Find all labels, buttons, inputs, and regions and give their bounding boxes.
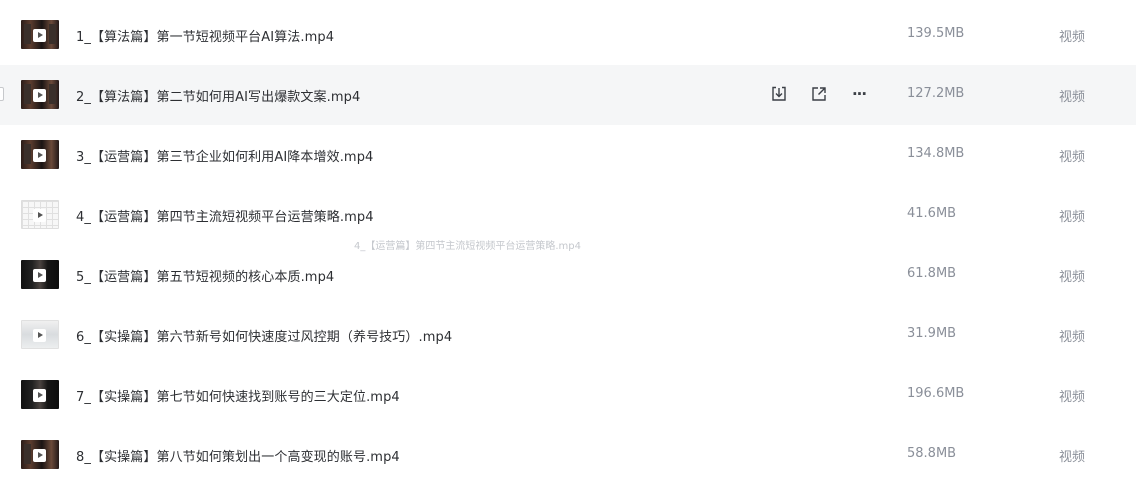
file-size: 58.8MB — [907, 446, 957, 461]
file-size: 31.9MB — [907, 326, 957, 341]
file-type: 视频 — [1059, 330, 1086, 345]
drag-preview-label: 4_【运营篇】第四节主流短视频平台运营策略.mp4 — [352, 236, 583, 253]
play-icon — [33, 268, 46, 282]
play-icon — [33, 88, 46, 102]
file-row-5[interactable]: 5_【运营篇】第五节短视频的核心本质.mp4 61.8MB 视频 — [0, 245, 1136, 305]
file-row-8[interactable]: 8_【实操篇】第八节如何策划出一个高变现的账号.mp4 58.8MB 视频 — [0, 425, 1136, 485]
file-type: 视频 — [1059, 450, 1086, 465]
file-size: 41.6MB — [907, 206, 957, 221]
play-icon — [33, 208, 46, 222]
file-type: 视频 — [1059, 90, 1086, 105]
video-thumbnail[interactable] — [21, 440, 59, 469]
file-row-2[interactable]: 2_【算法篇】第二节如何用AI写出爆款文案.mp4 ··· 127.2MB 视频 — [0, 65, 1136, 125]
file-name[interactable]: 3_【运营篇】第三节企业如何利用AI降本增效.mp4 — [76, 146, 373, 165]
file-type: 视频 — [1059, 210, 1086, 225]
play-icon — [33, 28, 46, 42]
file-size: 127.2MB — [907, 86, 965, 101]
play-icon — [33, 328, 46, 342]
file-type: 视频 — [1059, 150, 1086, 165]
file-row-6[interactable]: 6_【实操篇】第六节新号如何快速度过风控期（养号技巧）.mp4 31.9MB 视… — [0, 305, 1136, 365]
play-icon — [33, 448, 46, 462]
file-size: 139.5MB — [907, 26, 965, 41]
download-icon[interactable] — [769, 84, 789, 104]
file-size: 196.6MB — [907, 386, 965, 401]
file-row-3[interactable]: 3_【运营篇】第三节企业如何利用AI降本增效.mp4 134.8MB 视频 — [0, 125, 1136, 185]
share-icon[interactable] — [809, 84, 829, 104]
video-thumbnail[interactable] — [21, 380, 59, 409]
file-size: 134.8MB — [907, 146, 965, 161]
file-name[interactable]: 2_【算法篇】第二节如何用AI写出爆款文案.mp4 — [76, 86, 360, 105]
video-thumbnail[interactable] — [21, 320, 59, 349]
file-row-7[interactable]: 7_【实操篇】第七节如何快速找到账号的三大定位.mp4 196.6MB 视频 — [0, 365, 1136, 425]
more-icon[interactable]: ··· — [849, 84, 869, 104]
play-icon — [33, 388, 46, 402]
file-type: 视频 — [1059, 30, 1086, 45]
play-icon — [33, 148, 46, 162]
video-thumbnail[interactable] — [21, 20, 59, 49]
file-name[interactable]: 7_【实操篇】第七节如何快速找到账号的三大定位.mp4 — [76, 386, 400, 405]
file-type: 视频 — [1059, 270, 1086, 285]
video-thumbnail[interactable] — [21, 260, 59, 289]
file-name[interactable]: 8_【实操篇】第八节如何策划出一个高变现的账号.mp4 — [76, 446, 400, 465]
row-checkbox[interactable] — [0, 87, 4, 101]
file-name[interactable]: 6_【实操篇】第六节新号如何快速度过风控期（养号技巧）.mp4 — [76, 326, 452, 345]
file-size: 61.8MB — [907, 266, 957, 281]
video-thumbnail[interactable] — [21, 200, 59, 229]
file-name[interactable]: 5_【运营篇】第五节短视频的核心本质.mp4 — [76, 266, 334, 285]
video-thumbnail[interactable] — [21, 80, 59, 109]
file-type: 视频 — [1059, 390, 1086, 405]
video-thumbnail[interactable] — [21, 140, 59, 169]
file-row-1[interactable]: 1_【算法篇】第一节短视频平台AI算法.mp4 139.5MB 视频 — [0, 5, 1136, 65]
row-actions: ··· — [769, 84, 879, 106]
file-name[interactable]: 4_【运营篇】第四节主流短视频平台运营策略.mp4 — [76, 206, 374, 225]
file-name[interactable]: 1_【算法篇】第一节短视频平台AI算法.mp4 — [76, 26, 334, 45]
